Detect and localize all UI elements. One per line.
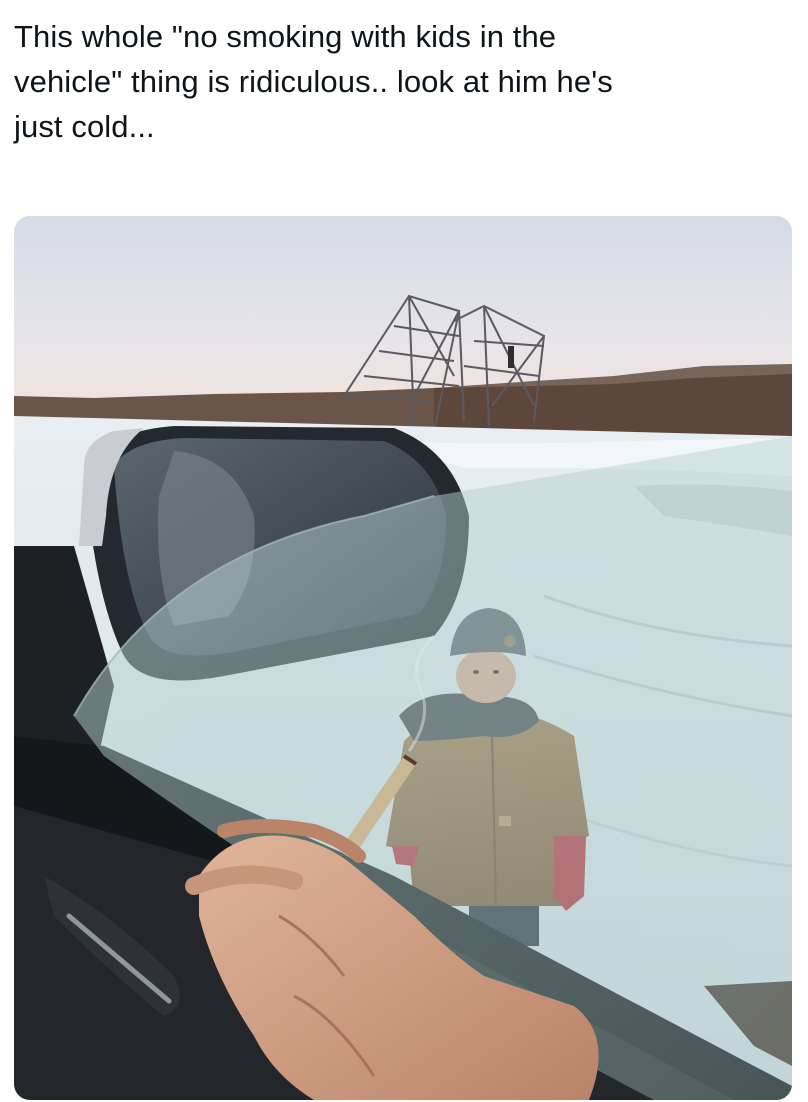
post-caption: This whole "no smoking with kids in the … [14,14,774,149]
caption-line-1: This whole "no smoking with kids in the [14,19,557,54]
post-photo[interactable] [14,216,792,1100]
caption-line-3: just cold... [14,109,155,144]
caption-line-2: vehicle" thing is ridiculous.. look at h… [14,64,613,99]
photo-illustration [14,216,792,1100]
post: This whole "no smoking with kids in the … [0,0,808,1102]
